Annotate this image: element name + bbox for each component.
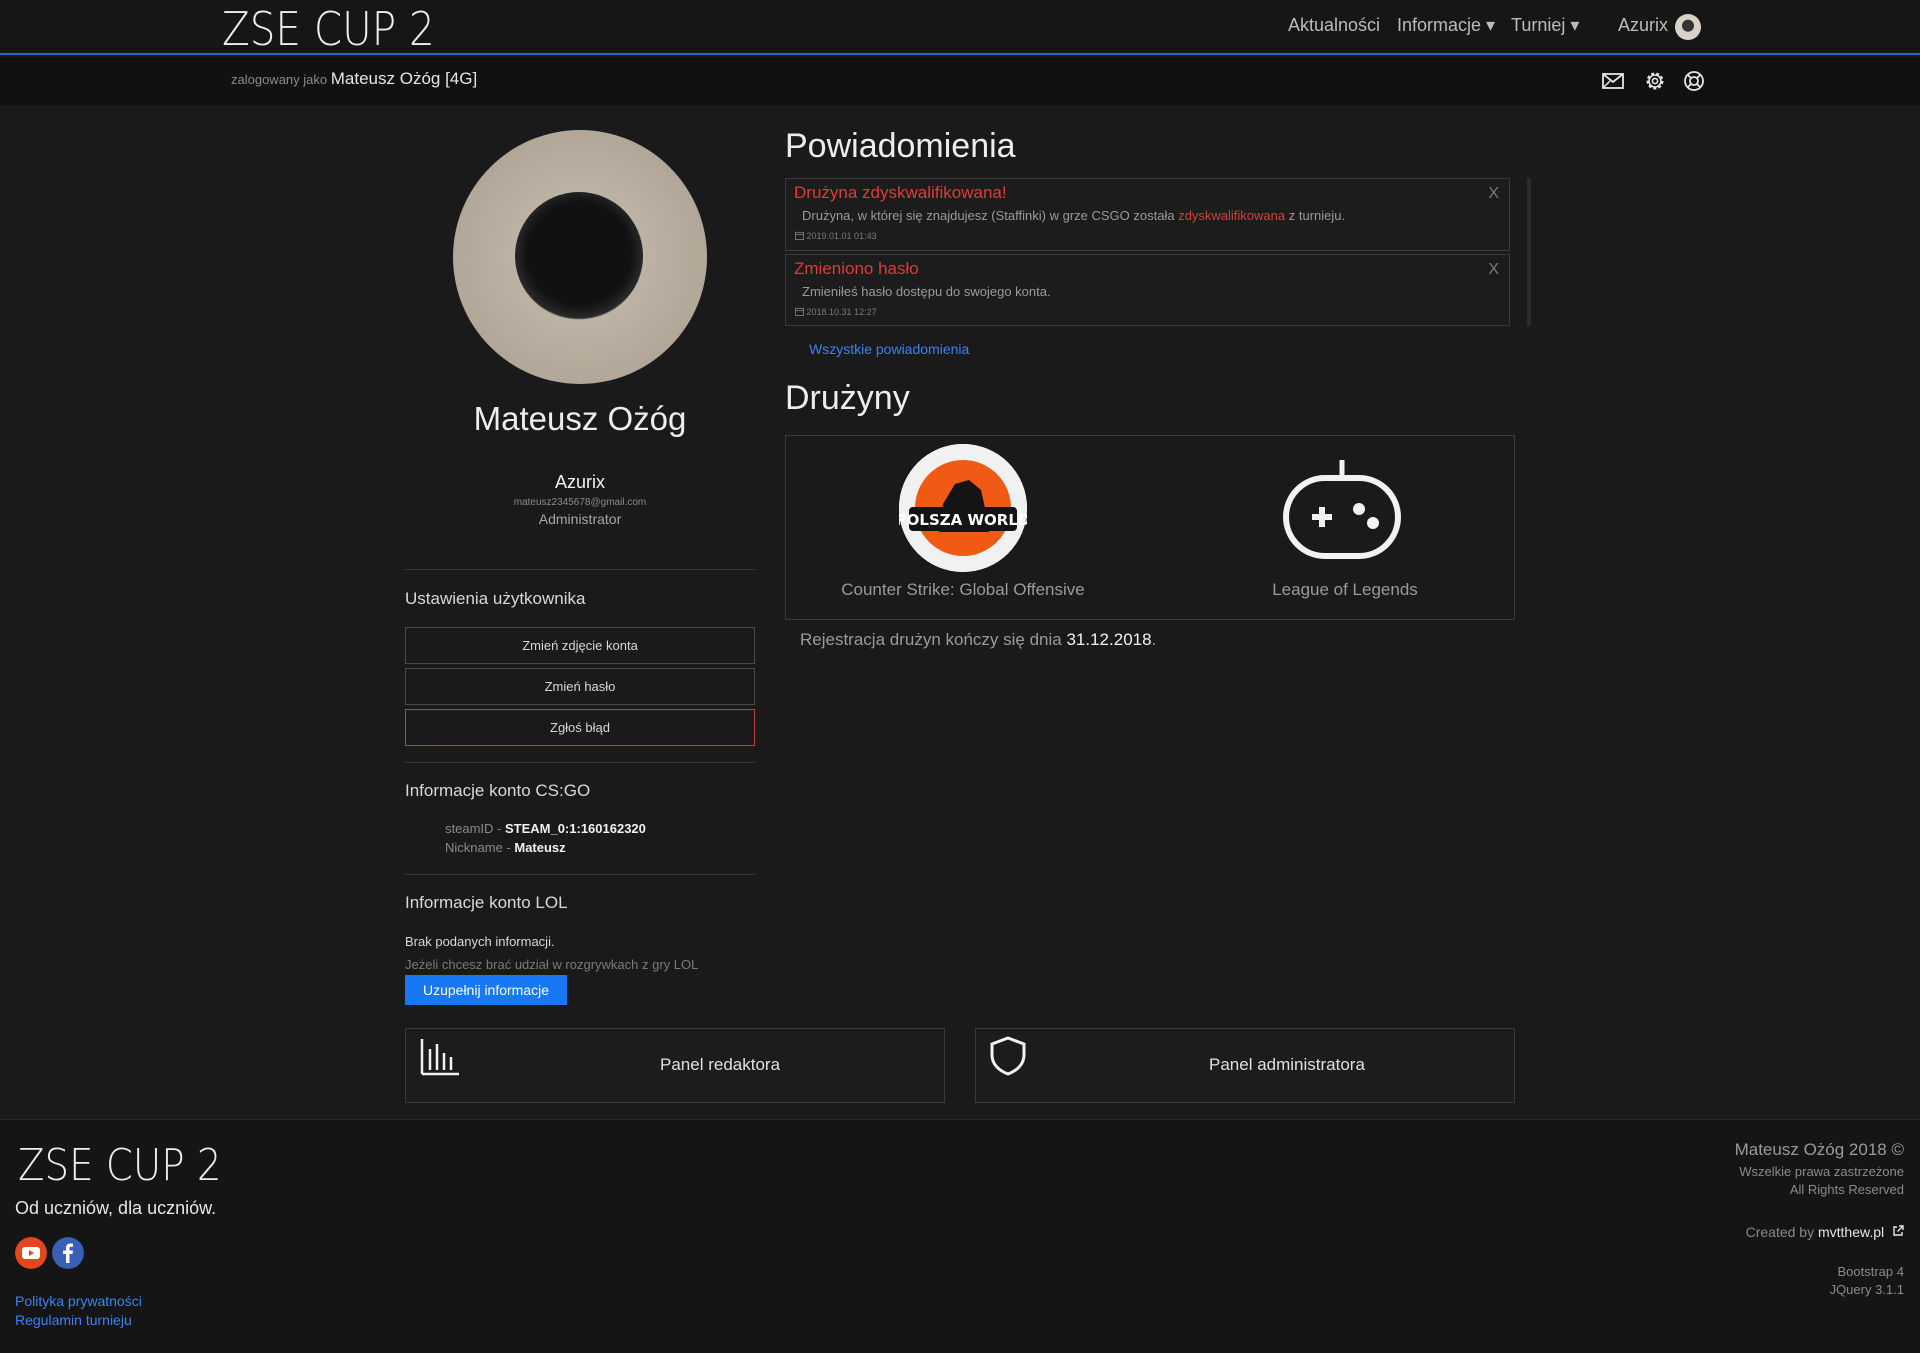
notification-body-text: Zmieniłeś hasło dostępu do swojego konta… (802, 284, 1051, 299)
notifications-title: Powiadomienia (785, 127, 1016, 165)
footer-created-by: Created by mvtthew.pl (1746, 1224, 1904, 1240)
profile-nick: Azurix (554, 472, 605, 492)
notification-close-button[interactable]: X (1488, 261, 1499, 279)
logged-prefix: zalogowany jako (231, 72, 328, 87)
logged-in-info: zalogowany jako Mateusz Ożóg [4G] (231, 69, 477, 89)
admin-panel-button[interactable]: Panel administratora (975, 1028, 1515, 1103)
notification-item: Drużyna zdyskwalifikowana! Drużyna, w kt… (785, 178, 1510, 251)
profile-picture (453, 130, 707, 384)
divider (405, 569, 755, 570)
footer-tech-jquery: JQuery 3.1.1 (1829, 1282, 1904, 1297)
logged-user: Mateusz Ożóg [4G] (330, 69, 478, 88)
registration-date: 31.12.2018 (1066, 630, 1152, 649)
privacy-policy-link[interactable]: Polityka prywatności (15, 1293, 142, 1309)
notification-date: 2018.10.31 12:27 (795, 307, 877, 317)
session-bar: zalogowany jako Mateusz Ożóg [4G] (0, 57, 1920, 105)
teams-box: POLSZA WORLD Counter Strike: Global Offe… (785, 435, 1515, 620)
created-by-label: Created by (1745, 1224, 1818, 1240)
gear-icon[interactable] (1643, 69, 1667, 93)
facebook-icon[interactable] (52, 1237, 84, 1269)
notification-title: Zmieniono hasło (794, 259, 919, 278)
nav-avatar[interactable] (1675, 14, 1701, 40)
registration-info: Rejestracja drużyn kończy się dnia 31.12… (800, 630, 1156, 650)
team-game-label: Counter Strike: Global Offensive (841, 580, 1085, 599)
tournament-rules-link[interactable]: Regulamin turnieju (15, 1312, 132, 1328)
report-bug-button[interactable]: Zgłoś błąd (405, 709, 755, 746)
calendar-icon (795, 231, 804, 240)
top-navbar: ZSE CUP 2 Aktualności Informacje ▾ Turni… (0, 0, 1920, 56)
profile-email: mateusz2345678@gmail.com (513, 497, 647, 508)
nickname-value: Mateusz (514, 840, 566, 855)
bar-chart-icon (420, 1039, 459, 1076)
gamepad-icon[interactable] (1280, 458, 1404, 562)
youtube-icon[interactable] (15, 1237, 47, 1269)
footer-rights-pl: Wszelkie prawa zastrzeżone (1739, 1164, 1904, 1179)
notification-body: Drużyna, w której się znajdujesz (Staffi… (802, 208, 1345, 223)
team-card-csgo[interactable]: POLSZA WORLD (896, 444, 1030, 572)
registration-text: Rejestracja drużyn kończy się dnia (800, 630, 1067, 649)
notifications-scrollbar[interactable] (1527, 178, 1531, 326)
editor-panel-button[interactable]: Panel redaktora (405, 1028, 945, 1103)
notification-body-text: Drużyna, w której się znajdujesz (Staffi… (802, 208, 1179, 223)
fill-info-button[interactable]: Uzupełnij informacje (405, 975, 567, 1005)
notification-date-text: 2019.01.01 01:43 (806, 231, 877, 241)
footer-rights-en: All Rights Reserved (1789, 1182, 1904, 1197)
brand-logo[interactable]: ZSE CUP 2 (222, 2, 435, 56)
admin-panel-label: Panel administratora (1209, 1055, 1365, 1074)
profile-picture-dog (515, 192, 643, 320)
team-game-label: League of Legends (1272, 580, 1418, 599)
notification-close-button[interactable]: X (1488, 185, 1499, 203)
steamid-value: STEAM_0:1:160162320 (504, 821, 646, 836)
change-photo-button[interactable]: Zmień zdjęcie konta (405, 627, 755, 664)
polsza-world-logo: POLSZA WORLD (896, 444, 1030, 572)
profile-role: Administrator (538, 511, 622, 527)
steamid-label: steamID - (445, 821, 505, 836)
lol-hint: Jeżeli chcesz brać udział w rozgrywkach … (405, 957, 699, 972)
footer: ZSE CUP 2 Od uczniów, dla uczniów. Polit… (0, 1119, 1920, 1353)
nav-link-news[interactable]: Aktualności (1288, 15, 1380, 36)
nav-user-name[interactable]: Azurix (1618, 15, 1668, 36)
all-notifications-link[interactable]: Wszystkie powiadomienia (809, 341, 969, 357)
shield-icon (990, 1036, 1026, 1076)
footer-brand-logo: ZSE CUP 2 (18, 1140, 222, 1191)
editor-panel-label: Panel redaktora (660, 1055, 781, 1074)
divider (405, 874, 755, 875)
polsza-world-logo-text: POLSZA WORLD (899, 511, 1027, 529)
notification-item: Zmieniono hasło Zmieniłeś hasło dostępu … (785, 254, 1510, 326)
lol-info-title: Informacje konto LOL (405, 893, 568, 912)
divider (405, 762, 755, 763)
csgo-info-title: Informacje konto CS:GO (405, 781, 591, 800)
footer-tagline: Od uczniów, dla uczniów. (15, 1198, 217, 1218)
csgo-nickname: Nickname - Mateusz (445, 840, 566, 855)
notification-date: 2019.01.01 01:43 (795, 231, 877, 241)
change-password-button[interactable]: Zmień hasło (405, 668, 755, 705)
user-settings-title: Ustawienia użytkownika (405, 589, 586, 608)
lol-no-info: Brak podanych informacji. (405, 934, 555, 949)
csgo-steamid: steamID - STEAM_0:1:160162320 (445, 821, 646, 836)
notification-date-text: 2018.10.31 12:27 (806, 307, 877, 317)
teams-title: Drużyny (785, 379, 910, 417)
nav-link-info[interactable]: Informacje ▾ (1397, 15, 1495, 36)
footer-copyright: Mateusz Ożóg 2018 © (1734, 1140, 1904, 1159)
created-by-link[interactable]: mvtthew.pl (1818, 1224, 1884, 1240)
calendar-icon (795, 307, 804, 316)
nickname-label: Nickname - (445, 840, 515, 855)
notification-body-text-end: z turnieju. (1285, 208, 1346, 223)
notification-title: Drużyna zdyskwalifikowana! (794, 183, 1007, 202)
nav-link-tournament[interactable]: Turniej ▾ (1511, 15, 1579, 36)
footer-tech-bootstrap: Bootstrap 4 (1837, 1264, 1905, 1279)
lifebuoy-icon[interactable] (1682, 69, 1706, 93)
mail-icon[interactable] (1601, 69, 1625, 93)
registration-dot: . (1151, 630, 1157, 649)
notification-body: Zmieniłeś hasło dostępu do swojego konta… (802, 284, 1051, 299)
notification-body-highlight: zdyskwalifikowana (1178, 208, 1286, 223)
external-link-icon[interactable] (1892, 1225, 1904, 1237)
profile-name: Mateusz Ożóg (473, 400, 687, 437)
